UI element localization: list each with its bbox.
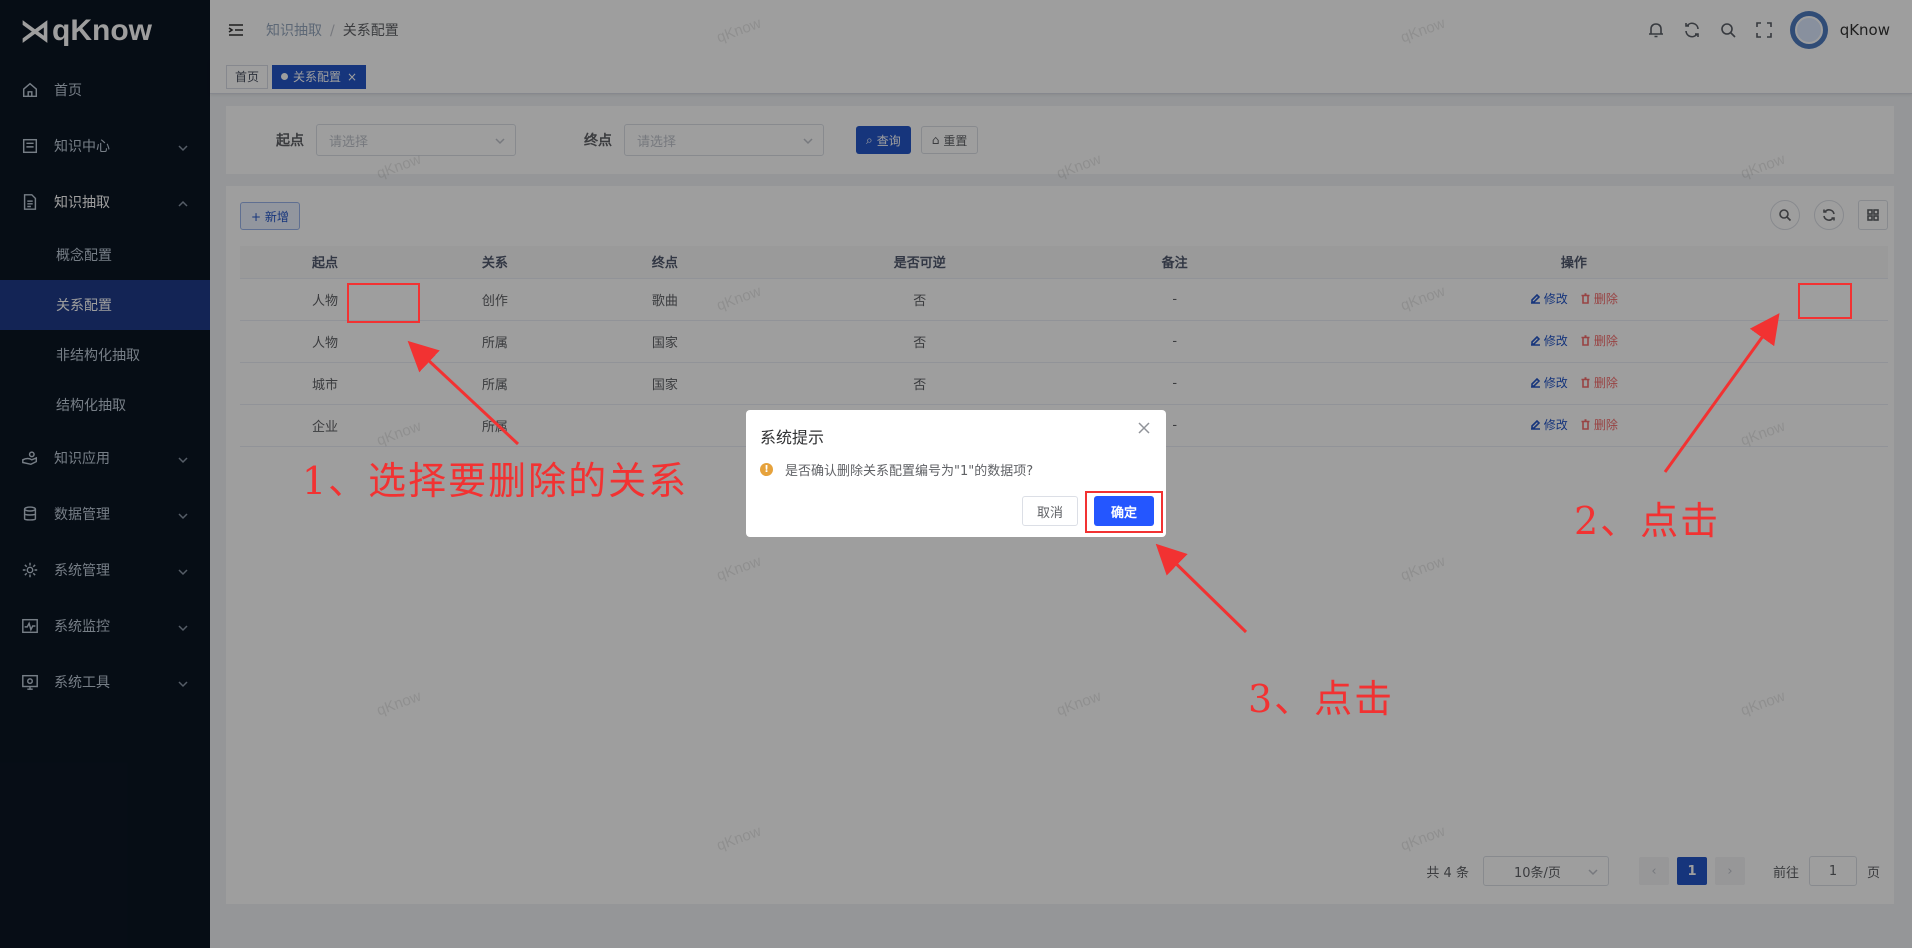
confirm-dialog: 系统提示 ! 是否确认删除关系配置编号为"1"的数据项? 取消 确定 xyxy=(746,410,1166,537)
dialog-message: ! 是否确认删除关系配置编号为"1"的数据项? xyxy=(760,460,1033,479)
annotation-step1: 1、选择要删除的关系 xyxy=(302,459,689,503)
annotation-step3: 3、点击 xyxy=(1248,677,1395,721)
confirm-button[interactable]: 确定 xyxy=(1094,496,1154,526)
warning-icon: ! xyxy=(760,463,773,476)
cancel-button[interactable]: 取消 xyxy=(1022,496,1078,526)
annotation-step2: 2、点击 xyxy=(1574,499,1721,543)
close-icon[interactable] xyxy=(1138,422,1152,436)
dialog-title: 系统提示 xyxy=(760,428,825,447)
